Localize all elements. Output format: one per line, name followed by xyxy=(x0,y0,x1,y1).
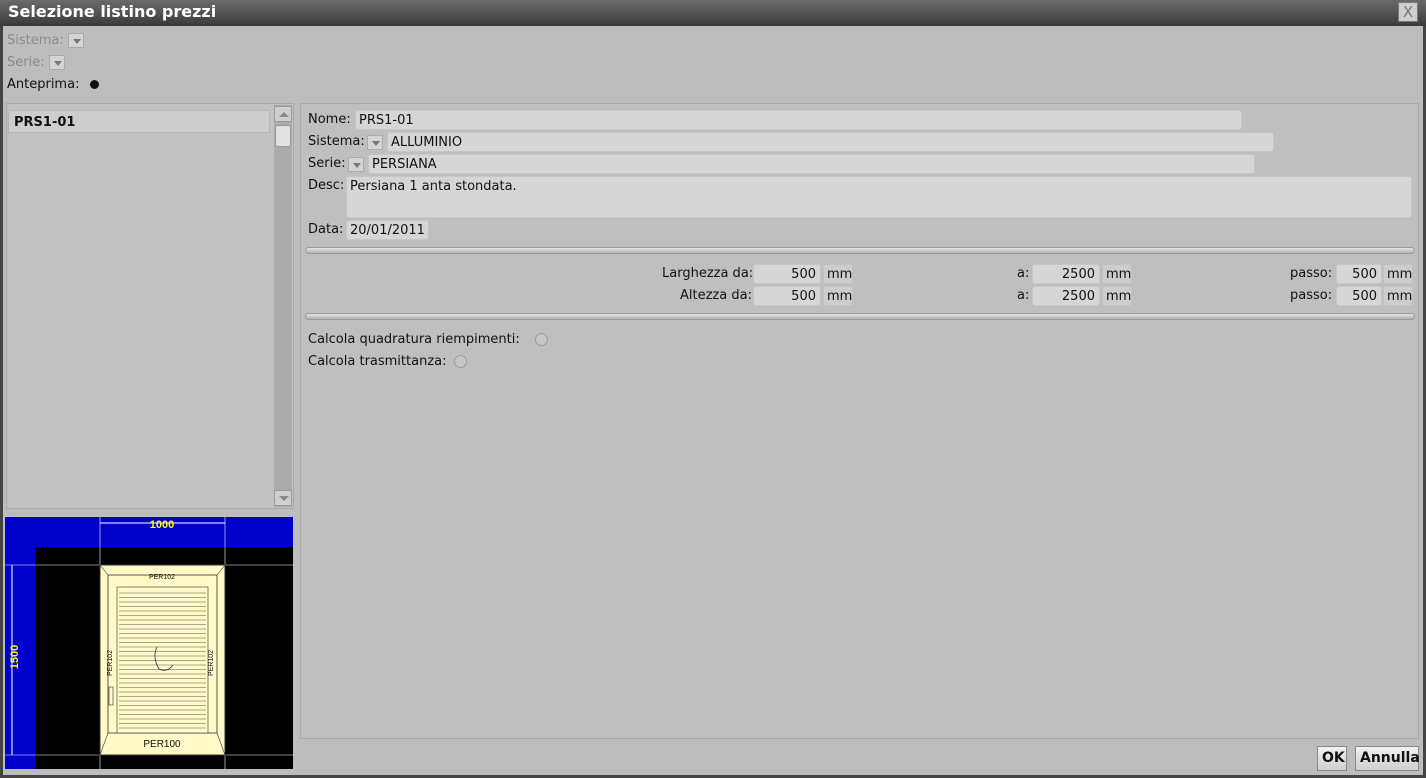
trasmittanza-label: Calcola trasmittanza: xyxy=(308,354,447,369)
altezza-to-unit: mm xyxy=(1102,286,1132,306)
preview-profile-top: PER102 xyxy=(149,574,175,581)
larghezza-to-field[interactable]: 2500 xyxy=(1032,264,1100,284)
anteprima-toggle[interactable] xyxy=(90,80,99,89)
serie-dropdown[interactable] xyxy=(348,157,364,172)
filter-serie-dropdown[interactable] xyxy=(48,55,65,70)
altezza-step-unit: mm xyxy=(1383,286,1413,306)
trasmittanza-radio[interactable] xyxy=(454,355,467,368)
desc-label: Desc: xyxy=(308,178,345,193)
desc-textarea[interactable]: Persiana 1 anta stondata. xyxy=(346,176,1412,218)
cancel-button[interactable]: Annulla xyxy=(1355,746,1420,771)
anteprima-label: Anteprima: xyxy=(7,77,80,92)
larghezza-to-label: a: xyxy=(1017,266,1030,281)
altezza-from-field[interactable]: 500 xyxy=(753,286,821,306)
preview-height-dim: 1500 xyxy=(9,645,21,669)
altezza-to-field[interactable]: 2500 xyxy=(1032,286,1100,306)
filter-serie-label: Serie: xyxy=(7,55,45,70)
serie-field[interactable]: PERSIANA xyxy=(368,154,1255,174)
filter-serie: Serie: xyxy=(7,55,65,70)
scroll-up-icon[interactable] xyxy=(274,106,292,122)
filter-sistema: Sistema: xyxy=(7,33,84,48)
larghezza-from-field[interactable]: 500 xyxy=(753,264,821,284)
preview-drawing: 1000 1500 PER102 PER102 PER102 PER100 xyxy=(5,517,293,769)
quadratura-radio[interactable] xyxy=(535,333,548,346)
data-field[interactable]: 20/01/2011 xyxy=(346,220,429,240)
preview-profile-left: PER102 xyxy=(107,650,114,676)
separator xyxy=(305,313,1415,320)
scroll-down-icon[interactable] xyxy=(274,490,292,506)
list-scrollbar[interactable] xyxy=(274,105,292,507)
altezza-from-unit: mm xyxy=(823,286,853,306)
scroll-thumb[interactable] xyxy=(275,125,291,147)
separator xyxy=(305,247,1415,254)
larghezza-label: Larghezza da: xyxy=(662,266,754,281)
larghezza-step-label: passo: xyxy=(1290,266,1333,281)
serie-label: Serie: xyxy=(308,156,346,171)
preview-profile-right: PER102 xyxy=(208,650,215,676)
listino-list: PRS1-01 xyxy=(6,103,294,509)
sistema-label: Sistema: xyxy=(308,134,365,149)
altezza-step-label: passo: xyxy=(1290,288,1333,303)
list-item[interactable]: PRS1-01 xyxy=(8,110,270,133)
sistema-dropdown[interactable] xyxy=(367,135,383,150)
larghezza-from-unit: mm xyxy=(823,264,853,284)
preview-image: 1000 1500 PER102 PER102 PER102 PER100 xyxy=(5,517,293,769)
filter-sistema-dropdown[interactable] xyxy=(67,33,84,48)
detail-panel: Nome: PRS1-01 Sistema: ALLUMINIO Serie: … xyxy=(300,103,1419,739)
sistema-field[interactable]: ALLUMINIO xyxy=(387,132,1274,152)
title-bar: Selezione listino prezzi X xyxy=(0,0,1426,26)
preview-width-dim: 1000 xyxy=(150,519,174,531)
altezza-step-field[interactable]: 500 xyxy=(1336,286,1382,306)
window-frame-left xyxy=(0,26,3,778)
altezza-to-label: a: xyxy=(1017,288,1030,303)
quadratura-label: Calcola quadratura riempimenti: xyxy=(308,332,520,347)
data-label: Data: xyxy=(308,222,344,237)
nome-label: Nome: xyxy=(308,112,351,127)
larghezza-to-unit: mm xyxy=(1102,264,1132,284)
altezza-label: Altezza da: xyxy=(680,288,752,303)
nome-field[interactable]: PRS1-01 xyxy=(355,110,1242,130)
window-title: Selezione listino prezzi xyxy=(8,2,217,21)
larghezza-step-unit: mm xyxy=(1383,264,1413,284)
preview-profile-bottom: PER100 xyxy=(143,739,181,750)
ok-button[interactable]: OK xyxy=(1317,746,1347,771)
filter-sistema-label: Sistema: xyxy=(7,33,64,48)
close-icon[interactable]: X xyxy=(1398,2,1418,22)
larghezza-step-field[interactable]: 500 xyxy=(1336,264,1382,284)
